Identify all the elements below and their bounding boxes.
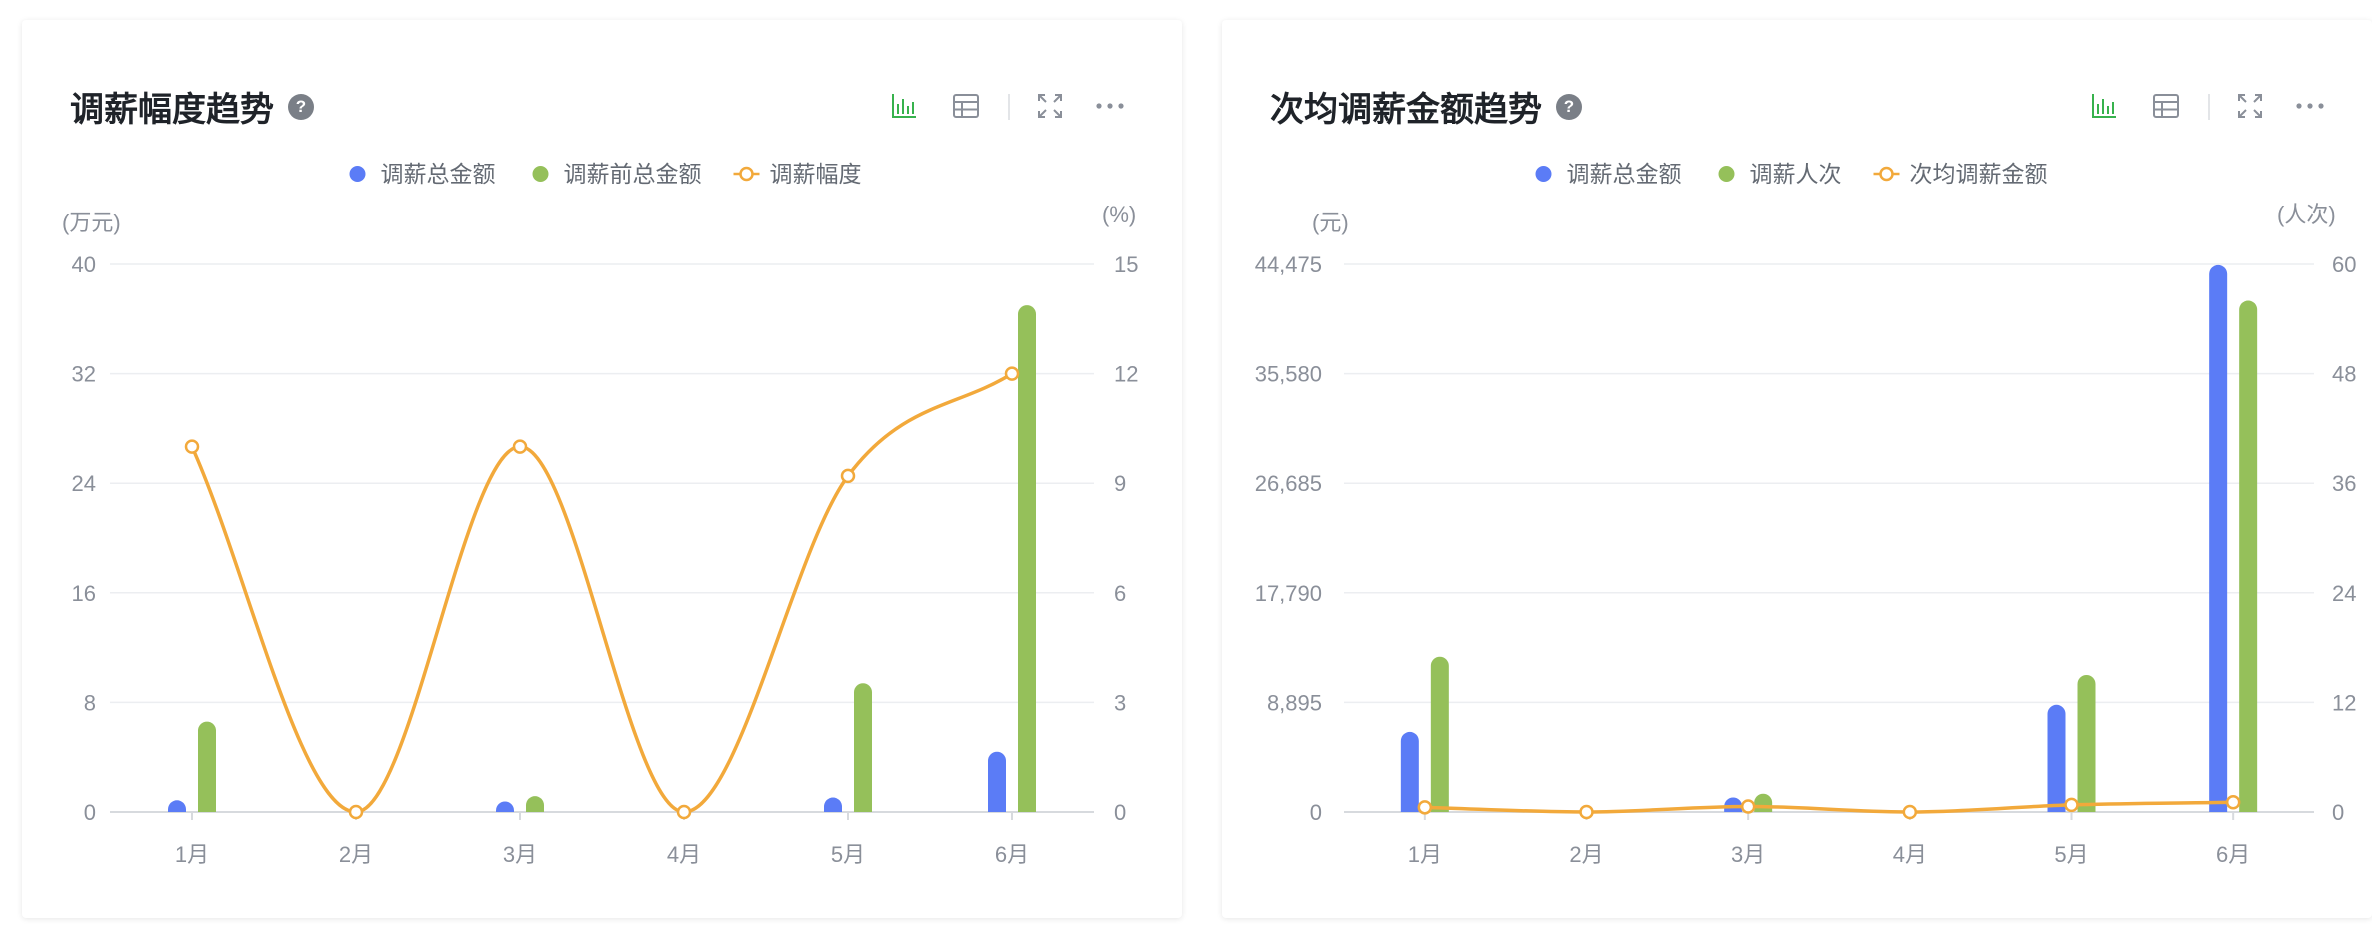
legend-dot-marker bbox=[349, 166, 366, 182]
legend-dot-marker bbox=[1718, 166, 1735, 182]
y-right-tick-label: 48 bbox=[2332, 362, 2356, 387]
x-tick-label: 5月 bbox=[831, 842, 865, 867]
y-left-unit: (万元) bbox=[62, 210, 121, 235]
bar-series-2 bbox=[1430, 656, 1449, 812]
legend-item: 调薪人次 bbox=[1718, 161, 1842, 187]
y-right-tick-label: 3 bbox=[1114, 690, 1126, 715]
bar-series-1 bbox=[2047, 704, 2066, 812]
y-right-tick-label: 9 bbox=[1114, 471, 1126, 496]
x-tick-label: 2月 bbox=[1569, 842, 1603, 867]
y-left-tick-label: 32 bbox=[72, 362, 96, 387]
legend-label: 调薪总金额 bbox=[1567, 161, 1682, 187]
x-tick-label: 4月 bbox=[1893, 842, 1927, 867]
x-tick-label: 3月 bbox=[503, 842, 537, 867]
chart-card-salary-adjustment-range: 调薪幅度趋势 ? 0 0 8 3 16 6 24 9 32 12 40 15 (万元) (%) 1月 2月 3月… bbox=[22, 20, 1182, 918]
y-right-tick-label: 36 bbox=[2332, 471, 2356, 496]
bar-series-2 bbox=[2077, 675, 2096, 812]
x-tick-label: 3月 bbox=[1731, 842, 1765, 867]
y-right-tick-label: 12 bbox=[2332, 690, 2356, 715]
legend-point-marker bbox=[739, 166, 754, 182]
legend-item: 调薪总金额 bbox=[349, 161, 496, 187]
legend-dot-marker bbox=[532, 166, 549, 182]
legend-dot-marker bbox=[1535, 166, 1552, 182]
bar-series-1 bbox=[1724, 797, 1743, 812]
bar-series-2 bbox=[198, 721, 216, 812]
line-point bbox=[1740, 799, 1756, 814]
y-right-tick-label: 0 bbox=[2332, 800, 2344, 825]
y-left-tick-label: 40 bbox=[72, 252, 96, 277]
y-left-tick-label: 0 bbox=[1310, 800, 1322, 825]
bar-series-2 bbox=[1754, 793, 1773, 812]
line-point bbox=[840, 468, 856, 484]
bar-series-1 bbox=[824, 797, 842, 812]
y-right-tick-label: 15 bbox=[1114, 252, 1138, 277]
line-point bbox=[676, 804, 692, 820]
line-point bbox=[1902, 804, 1918, 820]
y-left-tick-label: 8 bbox=[84, 690, 96, 715]
legend-label: 次均调薪金额 bbox=[1910, 161, 2048, 187]
bar-series-1 bbox=[988, 751, 1006, 812]
y-right-tick-label: 6 bbox=[1114, 581, 1126, 606]
legend-item: 调薪前总金额 bbox=[532, 161, 702, 187]
line-point bbox=[1579, 804, 1594, 820]
x-tick-label: 4月 bbox=[667, 842, 701, 867]
y-right-unit: (%) bbox=[1102, 202, 1136, 227]
y-left-tick-label: 26,685 bbox=[1255, 471, 1322, 496]
legend-label: 调薪前总金额 bbox=[564, 161, 702, 187]
line-point bbox=[1004, 366, 1020, 381]
bar-series-1 bbox=[2209, 264, 2228, 812]
y-left-tick-label: 17,790 bbox=[1255, 581, 1322, 606]
y-left-tick-label: 8,895 bbox=[1267, 690, 1322, 715]
line-point bbox=[512, 439, 528, 454]
y-left-tick-label: 0 bbox=[84, 800, 96, 825]
bar-series-2 bbox=[526, 796, 544, 812]
y-right-unit: (人次) bbox=[2277, 202, 2336, 227]
y-right-tick-label: 24 bbox=[2332, 581, 2356, 606]
x-tick-label: 6月 bbox=[2216, 842, 2250, 867]
legend-item: 次均调薪金额 bbox=[1873, 161, 2048, 187]
legend-point-marker bbox=[1879, 166, 1894, 182]
chart-plot: 0 0 8 3 16 6 24 9 32 12 40 15 (万元) (%) 1月 2月 3月 4月 5月 6月 调薪总… bbox=[62, 161, 1138, 867]
x-tick-label: 6月 bbox=[995, 842, 1029, 867]
bar-series-1 bbox=[168, 800, 186, 812]
legend: 调薪总金额 调薪前总金额 调薪幅度 bbox=[349, 161, 862, 187]
bar-series-1 bbox=[496, 801, 514, 812]
legend: 调薪总金额 调薪人次 次均调薪金额 bbox=[1535, 161, 2048, 187]
legend-label: 调薪总金额 bbox=[381, 161, 496, 187]
x-tick-label: 2月 bbox=[339, 842, 373, 867]
line-point bbox=[1417, 800, 1433, 815]
y-left-unit: (元) bbox=[1312, 210, 1349, 235]
y-right-tick-label: 12 bbox=[1114, 362, 1138, 387]
x-tick-label: 1月 bbox=[175, 842, 209, 867]
bar-series-2 bbox=[2239, 300, 2258, 812]
legend-item: 调薪总金额 bbox=[1535, 161, 1682, 187]
bar-series-2 bbox=[854, 683, 872, 812]
y-left-tick-label: 44,475 bbox=[1255, 252, 1322, 277]
line-point bbox=[348, 804, 364, 820]
line-series bbox=[1424, 800, 2234, 814]
y-right-tick-label: 0 bbox=[1114, 800, 1126, 825]
x-tick-label: 5月 bbox=[2054, 842, 2088, 867]
legend-item: 调薪幅度 bbox=[733, 161, 862, 187]
line-point bbox=[2225, 795, 2241, 810]
bar-series-1 bbox=[1400, 731, 1419, 812]
y-left-tick-label: 24 bbox=[72, 471, 96, 496]
bar-series-2 bbox=[1018, 305, 1036, 812]
x-tick-label: 1月 bbox=[1408, 842, 1442, 867]
legend-label: 调薪人次 bbox=[1750, 161, 1842, 187]
legend-label: 调薪幅度 bbox=[770, 161, 862, 187]
y-left-tick-label: 35,580 bbox=[1255, 362, 1322, 387]
line-point bbox=[2064, 797, 2079, 813]
y-right-tick-label: 60 bbox=[2332, 252, 2356, 277]
chart-plot: 0 0 8,895 12 17,790 24 26,685 36 35,580 48 44,475 6… bbox=[1255, 161, 2357, 867]
y-left-tick-label: 16 bbox=[72, 581, 96, 606]
line-point bbox=[184, 439, 200, 454]
chart-card-average-adjustment-amount: 次均调薪金额趋势 ? 0 0 8,895 12 17,790 24 26,685 36 35,5… bbox=[1222, 20, 2372, 918]
